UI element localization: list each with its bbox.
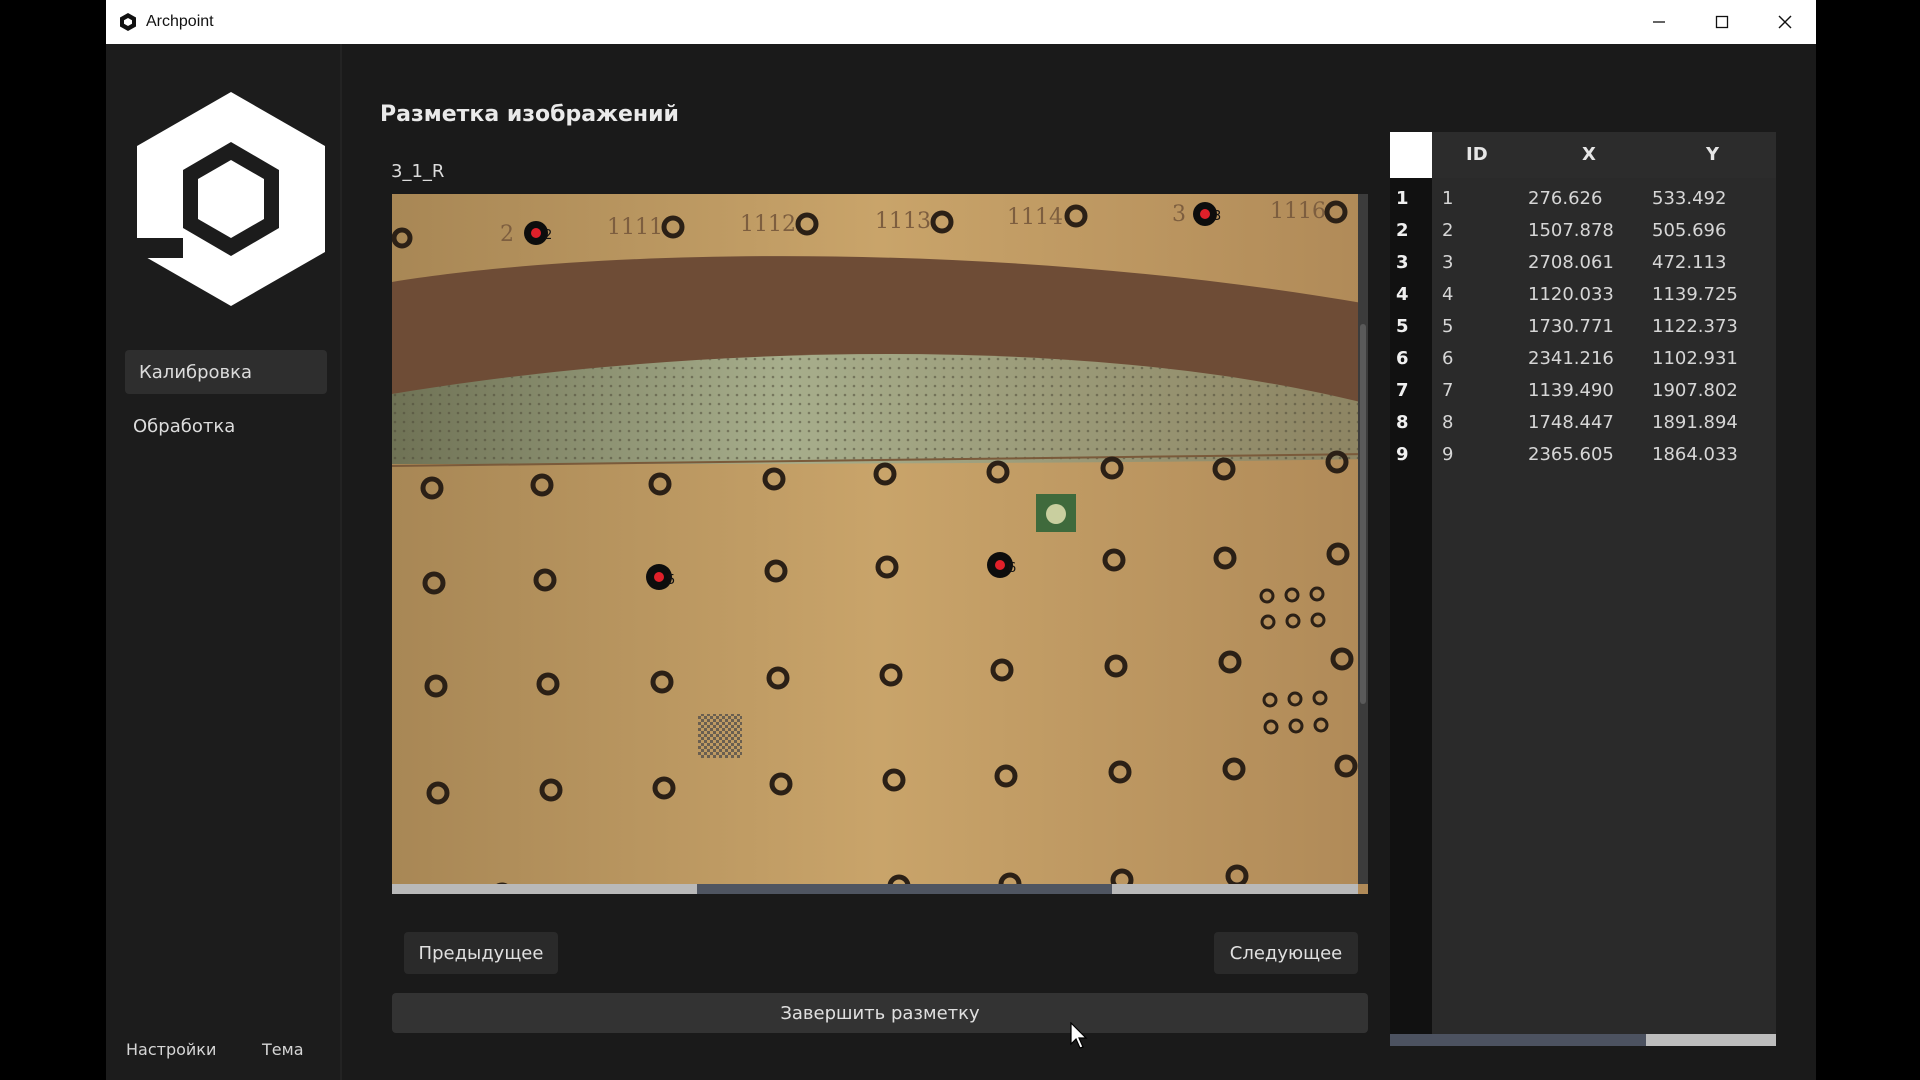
cell-y[interactable]: 1139.725 (1652, 284, 1738, 305)
title-bar: Archpoint (106, 0, 1816, 44)
sidebar-item-label: Калибровка (139, 361, 253, 383)
cell-x[interactable]: 2365.605 (1528, 444, 1614, 465)
finish-markup-button[interactable]: Завершить разметку (392, 993, 1368, 1033)
table-row[interactable]: 6 6 2341.216 1102.931 (1390, 342, 1776, 374)
sidebar-item-label: Обработка (133, 415, 236, 437)
table-row[interactable]: 5 5 1730.771 1122.373 (1390, 310, 1776, 342)
cell-y[interactable]: 1864.033 (1652, 444, 1738, 465)
previous-button[interactable]: Предыдущее (404, 932, 558, 974)
cell-y[interactable]: 505.696 (1652, 220, 1726, 241)
cell-y[interactable]: 1907.802 (1652, 380, 1738, 401)
table-horizontal-scrollbar[interactable] (1390, 1034, 1776, 1046)
svg-text:3: 3 (1172, 202, 1186, 227)
viewer-horizontal-scrollbar[interactable] (392, 884, 1358, 894)
marker-label: 6 (1008, 561, 1016, 576)
scroll-thumb[interactable] (1646, 1034, 1776, 1046)
column-header-x[interactable]: X (1582, 144, 1596, 165)
cell-x[interactable]: 276.626 (1528, 188, 1602, 209)
close-icon (1778, 15, 1791, 29)
viewer-vertical-scrollbar[interactable] (1358, 194, 1368, 884)
table-row[interactable]: 4 4 1120.033 1139.725 (1390, 278, 1776, 310)
archpoint-logo (137, 92, 325, 306)
column-header-y[interactable]: Y (1706, 144, 1719, 165)
mouse-cursor-icon (1070, 1022, 1088, 1049)
marker-label: 2 (544, 228, 552, 243)
row-header[interactable]: 6 (1396, 348, 1409, 369)
cell-x[interactable]: 1748.447 (1528, 412, 1614, 433)
marker-label: 3 (1213, 209, 1221, 224)
sidebar: Калибровка Обработка Настройки Тема (106, 44, 342, 1080)
next-button[interactable]: Следующее (1214, 932, 1358, 974)
cell-id[interactable]: 7 (1442, 380, 1453, 401)
cell-x[interactable]: 1120.033 (1528, 284, 1614, 305)
cell-y[interactable]: 533.492 (1652, 188, 1726, 209)
page-title: Разметка изображений (380, 102, 679, 127)
archpoint-logo-icon (120, 13, 136, 31)
cell-x[interactable]: 2708.061 (1528, 252, 1614, 273)
column-header-id[interactable]: ID (1466, 144, 1488, 165)
row-header[interactable]: 8 (1396, 412, 1409, 433)
svg-text:1113: 1113 (875, 209, 931, 234)
close-button[interactable] (1753, 0, 1816, 44)
cell-x[interactable]: 1139.490 (1528, 380, 1614, 401)
table-row[interactable]: 1 1 276.626 533.492 (1390, 182, 1776, 214)
table-row[interactable]: 2 2 1507.878 505.696 (1390, 214, 1776, 246)
cell-id[interactable]: 1 (1442, 188, 1453, 209)
svg-text:1114: 1114 (1007, 205, 1063, 230)
image-viewer[interactable]: 2 1111 1112 1113 1114 3 1116 2 3 5 6 (392, 194, 1368, 894)
theme-link[interactable]: Тема (262, 1040, 304, 1059)
table-row[interactable]: 9 9 2365.605 1864.033 (1390, 438, 1776, 470)
scroll-thumb[interactable] (697, 884, 1112, 894)
svg-text:1111: 1111 (607, 215, 663, 240)
row-header[interactable]: 5 (1396, 316, 1409, 337)
table-corner-select-all[interactable] (1390, 132, 1432, 178)
maximize-icon (1715, 15, 1728, 29)
cell-id[interactable]: 2 (1442, 220, 1453, 241)
scroll-thumb[interactable] (1360, 324, 1366, 704)
points-table: ID X Y 1 1 276.626 533.492 2 2 1507.878 505.696… (1390, 132, 1776, 1046)
row-header[interactable]: 1 (1396, 188, 1409, 209)
svg-text:2: 2 (500, 222, 514, 247)
table-row[interactable]: 8 8 1748.447 1891.894 (1390, 406, 1776, 438)
svg-text:1112: 1112 (740, 212, 796, 237)
maximize-button[interactable] (1690, 0, 1753, 44)
row-header[interactable]: 2 (1396, 220, 1409, 241)
cell-id[interactable]: 6 (1442, 348, 1453, 369)
sidebar-item-calibration[interactable]: Калибровка (125, 350, 327, 394)
row-header[interactable]: 4 (1396, 284, 1409, 305)
row-header[interactable]: 7 (1396, 380, 1409, 401)
table-header: ID X Y (1432, 132, 1776, 178)
calibration-photo[interactable]: 2 1111 1112 1113 1114 3 1116 2 3 5 6 (392, 194, 1368, 894)
row-header[interactable]: 3 (1396, 252, 1409, 273)
cell-x[interactable]: 1730.771 (1528, 316, 1614, 337)
image-name-label: 3_1_R (391, 161, 445, 182)
window-title: Archpoint (146, 13, 214, 30)
row-header[interactable]: 9 (1396, 444, 1409, 465)
marker-label: 5 (667, 573, 675, 588)
minimize-icon (1652, 21, 1665, 23)
cell-x[interactable]: 1507.878 (1528, 220, 1614, 241)
cell-id[interactable]: 3 (1442, 252, 1453, 273)
cell-y[interactable]: 1102.931 (1652, 348, 1738, 369)
svg-text:1116: 1116 (1270, 199, 1326, 224)
minimize-button[interactable] (1627, 0, 1690, 44)
cell-x[interactable]: 2341.216 (1528, 348, 1614, 369)
cell-y[interactable]: 1891.894 (1652, 412, 1738, 433)
cell-id[interactable]: 4 (1442, 284, 1453, 305)
sidebar-item-processing[interactable]: Обработка (125, 404, 327, 448)
cell-y[interactable]: 1122.373 (1652, 316, 1738, 337)
cell-id[interactable]: 5 (1442, 316, 1453, 337)
table-row[interactable]: 7 7 1139.490 1907.802 (1390, 374, 1776, 406)
cell-id[interactable]: 9 (1442, 444, 1453, 465)
app-window: Archpoint Калибровка Обработка Настройки (106, 0, 1816, 1080)
settings-link[interactable]: Настройки (126, 1040, 216, 1059)
cell-id[interactable]: 8 (1442, 412, 1453, 433)
cell-y[interactable]: 472.113 (1652, 252, 1726, 273)
table-row[interactable]: 3 3 2708.061 472.113 (1390, 246, 1776, 278)
